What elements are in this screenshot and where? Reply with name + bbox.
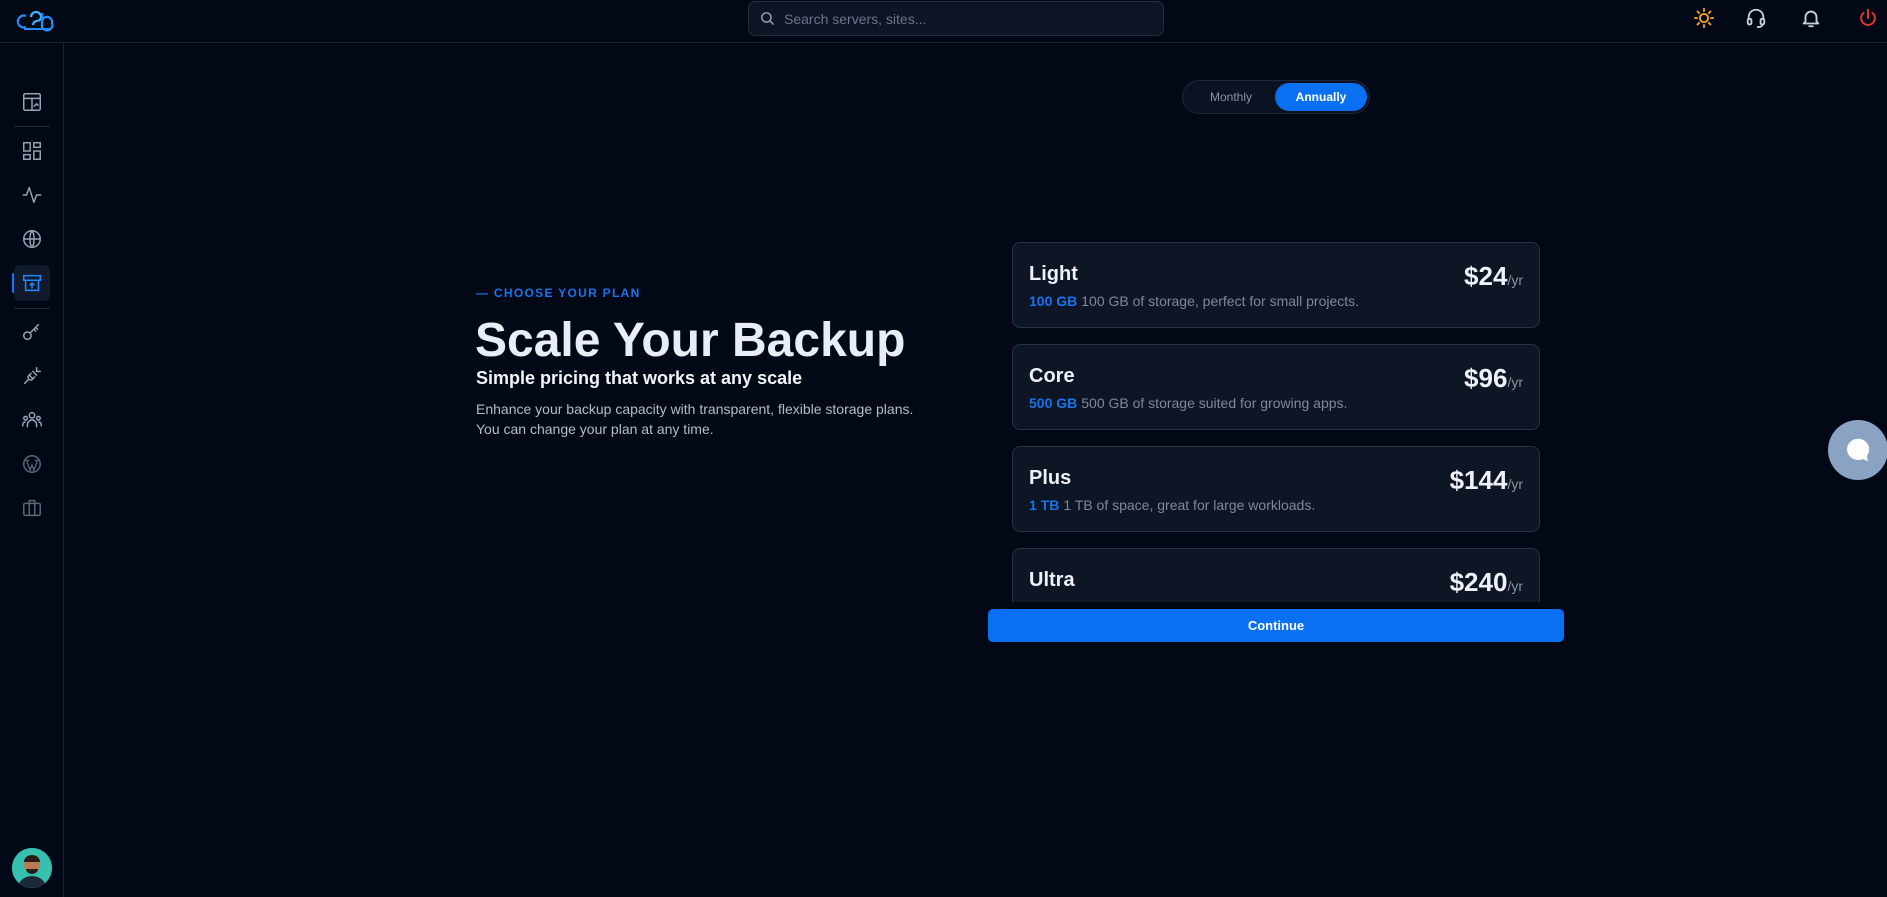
plan-name: Light [1029,263,1078,285]
sidebar-item-business[interactable] [14,490,50,526]
plan-price: $24/yr [1464,261,1523,292]
backup-archive-icon [23,274,41,292]
plan-price: $144/yr [1450,465,1523,496]
sidebar-item-dashboard[interactable] [14,84,50,120]
plan-description [1029,599,1033,602]
plan-card-ultra[interactable]: Ultra $240/yr [1012,548,1540,602]
chat-icon [1846,438,1870,462]
key-icon [23,323,40,341]
plan-price-period: /yr [1507,578,1523,594]
plan-price-value: $240 [1449,567,1508,597]
search-icon [761,12,774,25]
dashboard-chart-icon [23,93,41,111]
plan-description: 1 TB 1 TB of space, great for large workl… [1029,497,1315,513]
brand-logo[interactable] [14,7,56,33]
plan-card-plus[interactable]: Plus 1 TB 1 TB of space, great for large … [1012,446,1540,532]
page-title: Scale Your Backup [475,314,906,367]
plan-price: $96/yr [1464,363,1523,394]
plan-description: 500 GB 500 GB of storage suited for growi… [1029,395,1347,411]
toggle-monthly[interactable]: Monthly [1187,83,1275,111]
plan-size: 1 TB [1029,497,1060,513]
sidebar-item-apps[interactable] [14,133,50,169]
plan-name: Plus [1029,467,1072,489]
wordpress-icon [23,455,41,473]
plan-desc-text: 500 GB of storage suited for growing app… [1081,395,1348,411]
plan-price-period: /yr [1507,272,1523,288]
sidebar-item-activity[interactable] [14,177,50,213]
section-eyebrow: — CHOOSE YOUR PLAN [476,286,641,300]
sun-icon[interactable] [1693,7,1715,29]
toggle-annually[interactable]: Annually [1275,83,1367,111]
billing-period-toggle: Monthly Annually [1182,80,1370,114]
plan-name: Ultra [1029,569,1075,591]
briefcase-icon [23,499,41,517]
plan-desc-text: 1 TB of space, great for large workloads… [1063,497,1316,513]
user-avatar-icon [12,848,52,888]
avatar[interactable] [12,848,52,888]
team-icon [22,411,42,428]
plan-description: 100 GB 100 GB of storage, perfect for sma… [1029,293,1359,309]
page-description: Enhance your backup capacity with transp… [476,401,914,437]
sidebar-item-backups[interactable] [14,265,50,301]
activity-icon [22,186,42,204]
sidebar-divider [14,308,50,309]
plan-price: $240/yr [1450,567,1523,598]
plan-list: Light 100 GB 100 GB of storage, perfect f… [1012,242,1540,602]
plan-name: Core [1029,365,1075,387]
plan-price-period: /yr [1507,476,1523,492]
plan-price-period: /yr [1507,374,1523,390]
top-bar [0,0,1887,43]
plan-card-light[interactable]: Light 100 GB 100 GB of storage, perfect f… [1012,242,1540,328]
grid-icon [23,142,41,160]
plan-price-value: $144 [1449,465,1508,495]
sidebar [0,43,64,897]
search-input[interactable] [784,10,1144,27]
chat-launcher[interactable] [1828,420,1887,480]
plan-price-value: $96 [1464,363,1508,393]
sidebar-item-wordpress[interactable] [14,446,50,482]
plan-price-value: $24 [1464,261,1508,291]
continue-button[interactable]: Continue [988,609,1564,642]
sidebar-item-sites[interactable] [14,221,50,257]
plan-desc-text: 100 GB of storage, perfect for small pro… [1081,293,1360,309]
plan-size: 100 GB [1029,293,1078,309]
plan-card-core[interactable]: Core 500 GB 500 GB of storage suited for … [1012,344,1540,430]
sidebar-item-team[interactable] [14,402,50,438]
sidebar-item-integrations[interactable] [14,358,50,394]
sidebar-divider [14,126,50,127]
page-subtitle: Simple pricing that works at any scale [476,368,803,388]
sidebar-item-keys[interactable] [14,314,50,350]
plug-icon [23,367,41,385]
headset-icon[interactable] [1745,7,1767,29]
plan-size: 500 GB [1029,395,1078,411]
globe-icon [23,230,41,248]
power-icon[interactable] [1857,7,1879,29]
bell-icon[interactable] [1800,7,1822,29]
search-bar[interactable] [748,1,1164,36]
